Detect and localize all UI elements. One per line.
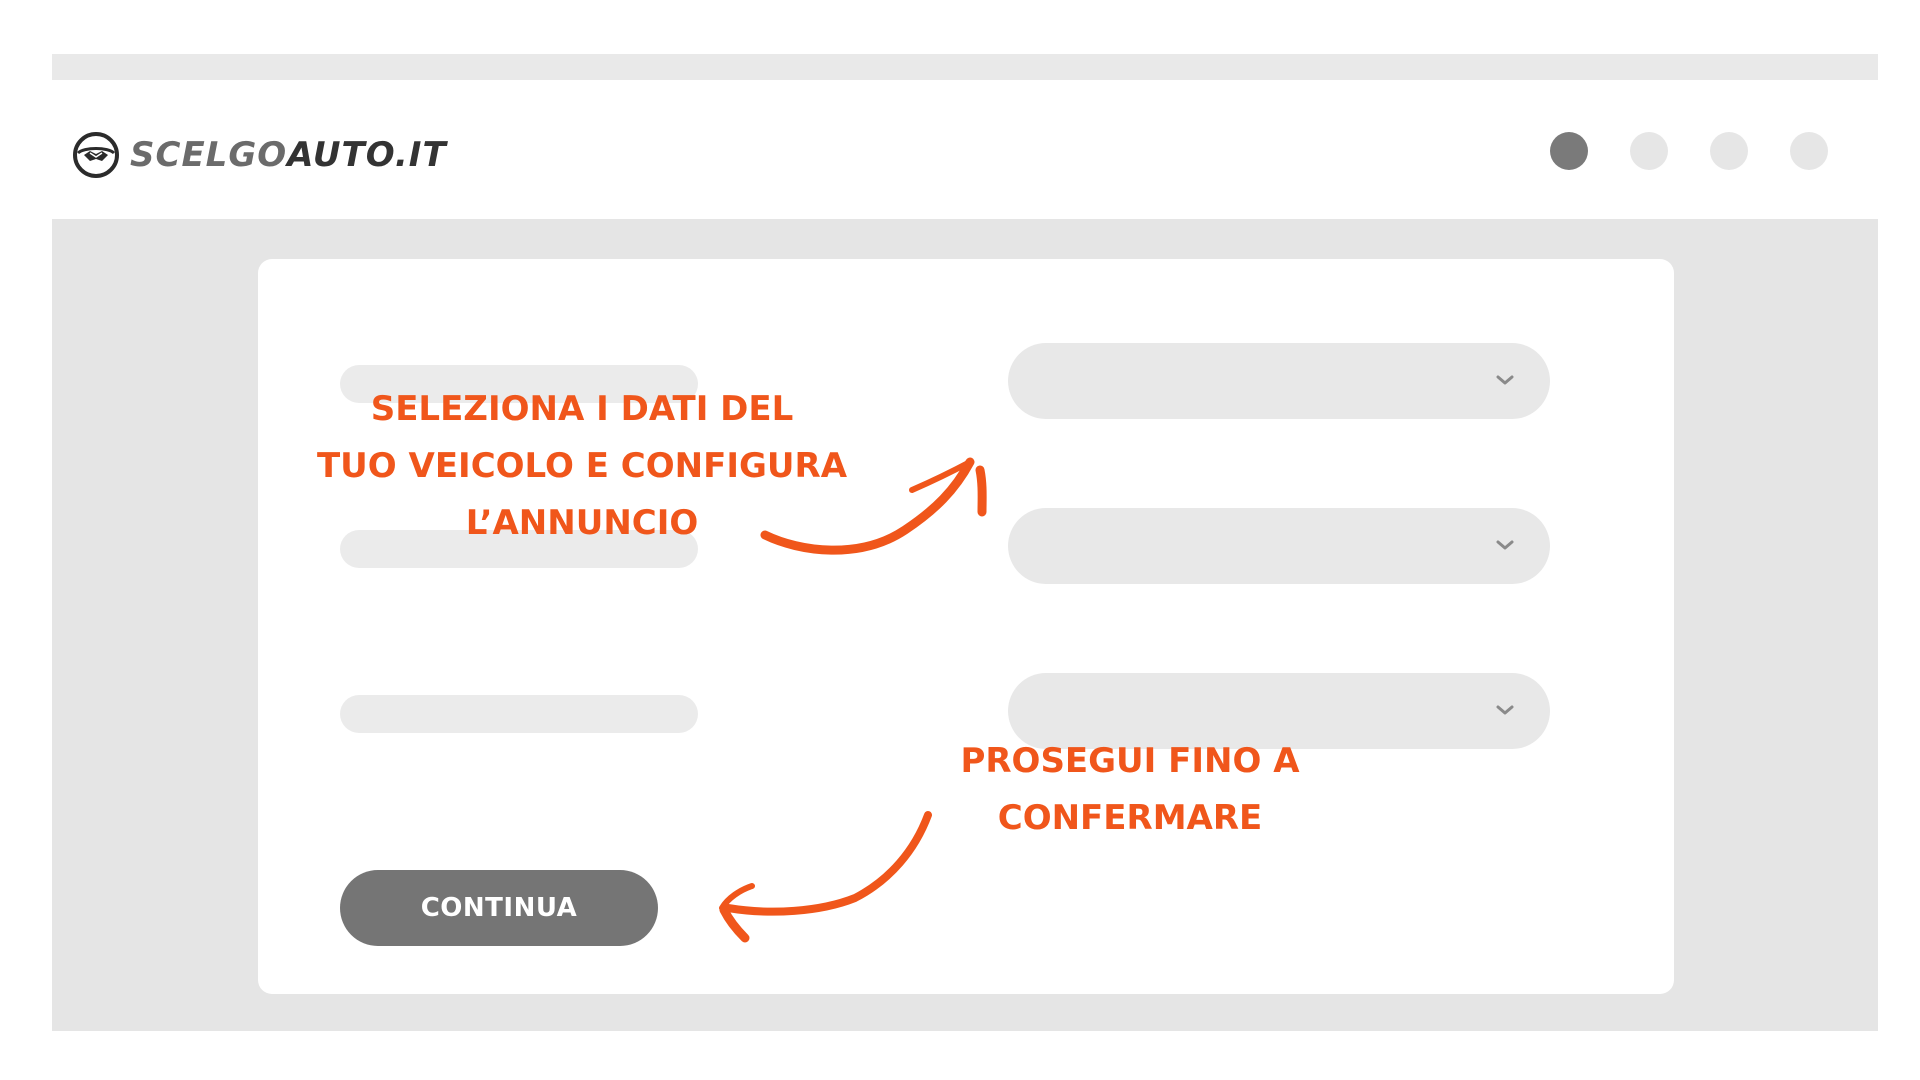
instruction-note-select-data: SELEZIONA I DATI DEL TUO VEICOLO E CONFI… xyxy=(312,381,852,552)
site-header: SCELGOAUTO.IT xyxy=(52,80,1878,219)
step-3-dot xyxy=(1710,132,1748,170)
step-2-dot xyxy=(1630,132,1668,170)
vehicle-select-2[interactable] xyxy=(1008,508,1550,584)
chevron-down-icon xyxy=(1496,705,1514,715)
page-body: CONTINUA xyxy=(52,219,1878,1031)
logo-text-bold: AUTO.IT xyxy=(287,135,447,175)
chevron-down-icon xyxy=(1496,540,1514,550)
chevron-down-icon xyxy=(1496,375,1514,385)
handshake-steering-wheel-icon xyxy=(73,132,119,178)
continue-button[interactable]: CONTINUA xyxy=(340,870,658,946)
tutorial-frame: SCELGOAUTO.IT CONTINUA SELEZIONA I DATI … xyxy=(0,0,1920,1080)
instruction-note-continue: PROSEGUI FINO A CONFERMARE xyxy=(940,733,1320,847)
vehicle-form-card: CONTINUA xyxy=(258,259,1674,994)
logo-text-light: SCELGO xyxy=(130,135,288,175)
note-1-line-1: SELEZIONA I DATI DEL xyxy=(370,389,794,429)
browser-top-bar xyxy=(52,54,1878,80)
note-2-line-1: PROSEGUI FINO A xyxy=(960,741,1300,781)
note-1-line-3: L’ANNUNCIO xyxy=(465,503,699,543)
vehicle-select-1[interactable] xyxy=(1008,343,1550,419)
site-logo[interactable]: SCELGOAUTO.IT xyxy=(72,126,447,184)
logo-text: SCELGOAUTO.IT xyxy=(130,138,447,172)
step-4-dot xyxy=(1790,132,1828,170)
step-1-dot xyxy=(1550,132,1588,170)
note-2-line-2: CONFERMARE xyxy=(997,798,1263,838)
field-label-placeholder-3 xyxy=(340,695,698,733)
note-1-line-2: TUO VEICOLO E CONFIGURA xyxy=(316,446,848,486)
step-indicator xyxy=(1550,132,1828,170)
